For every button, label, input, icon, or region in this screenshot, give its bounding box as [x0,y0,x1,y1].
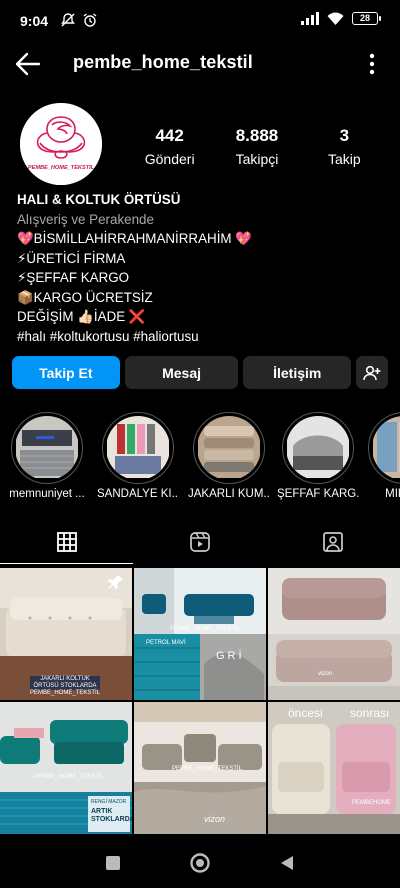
avatar-logo-text: PEMBE_HOME_TEKSTIL [28,165,95,171]
following-label: Takip [327,151,361,167]
profile-bio: HALI & KOLTUK ÖRTÜSÜ Alışveriş ve Perake… [17,190,387,346]
bio-line: 📦KARGO ÜCRETSİZ [17,289,153,305]
wifi-icon [327,12,344,25]
signal-icon [301,12,319,25]
add-user-icon [363,365,381,380]
profile-tabs [0,520,400,564]
bio-hashtags[interactable]: #halı #koltukortusu #haliortusu [17,327,387,347]
highlight-thumbnail [15,416,79,480]
suggested-users-button[interactable] [356,356,388,389]
post-overlay-subtext: ARTIK STOKLARDA [91,808,132,823]
bio-line: 💖BİSMİLLAHİRRAHMANİRRAHİM 💖 [17,231,252,246]
status-left-icons [60,12,98,28]
profile-stats: 442 Gönderi 8.888 Takipçi 3 Takip [126,126,388,167]
post-overlay-after: sonrası [350,706,390,720]
post-overlay-subtext: vizon [204,814,226,824]
highlight-item[interactable]: ŞEFFAF KARG... [277,412,359,500]
recents-square-icon[interactable] [104,854,122,872]
post-overlay-text: JAKARLI KOLTUK ÖRTÜSÜ STOKLARDA PEMBE_HO… [30,676,101,696]
stat-posts[interactable]: 442 Gönderi [126,126,213,167]
more-options-icon[interactable] [368,52,376,76]
highlight-item[interactable]: SANDALYE KI... [97,412,179,500]
post-thumbnail[interactable]: öncesi sonrası PEMBEHOME [268,702,400,834]
bio-line: ⚡ŞEFFAF KARGO [17,270,130,285]
post-image [268,568,400,700]
following-count: 3 [339,126,350,145]
highlight-thumbnail [286,416,350,480]
post-overlay-text: PEMBE_HOME_TEKSTİL [170,626,241,632]
profile-username: pembe_home_tekstil [73,52,253,72]
highlight-label: JAKARLI KUM... [188,488,270,500]
post-overlay-subtext: GRİ [216,650,245,662]
post-overlay-text: vizon [318,671,333,677]
highlight-label: memnuniyet ... [9,488,85,500]
rose-logo-icon: PEMBE_HOME_TEKSTIL [20,103,102,185]
bio-line: ⚡ÜRETİCİ FİRMA [17,250,126,266]
tab-reels[interactable] [133,520,266,564]
profile-avatar[interactable]: PEMBE_HOME_TEKSTIL [20,103,102,185]
highlight-thumbnail [197,416,261,480]
post-image [268,702,400,834]
post-thumbnail[interactable]: JAKARLI KOLTUK ÖRTÜSÜ STOKLARDA PEMBE_HO… [0,568,132,700]
post-overlay-text: PEMBE_HOME_TEKSTİL [172,766,243,772]
pinned-icon [108,575,123,589]
reels-icon [189,532,210,552]
back-triangle-icon[interactable] [278,854,296,872]
highlight-item[interactable]: memnuniyet ... [6,412,88,500]
battery-icon: 28 [352,12,381,25]
post-thumbnail[interactable]: PEMBE_HOME_TEKSTİL vizon [134,702,266,834]
highlight-label: SANDALYE KI... [97,488,179,500]
stat-followers[interactable]: 8.888 Takipçi [213,126,300,167]
highlight-label: MİKRO [385,488,400,500]
post-overlay-subtext: RENGİ MAZOR [91,799,127,805]
tab-tagged[interactable] [266,520,399,564]
stat-following[interactable]: 3 Takip [301,126,388,167]
message-button[interactable]: Mesaj [124,356,239,389]
post-overlay-text: PEMBE_HOME_TEKSTİL [34,774,105,780]
post-thumbnail[interactable]: PEMBE_HOME_TEKSTİL PETROL MAVİ GRİ [134,568,266,700]
tagged-person-icon [322,532,343,552]
post-thumbnail[interactable]: vizon [268,568,400,700]
followers-label: Takipçi [235,151,279,167]
bio-name: HALI & KOLTUK ÖRTÜSÜ [17,192,181,207]
posts-count: 442 [155,126,184,145]
post-image [134,568,266,700]
highlight-thumbnail [372,416,400,480]
android-nav-bar [0,838,400,888]
highlight-item[interactable]: MİKRO [363,412,400,500]
follow-button[interactable]: Takip Et [12,356,120,389]
post-overlay-brand: PEMBEHOME [352,800,392,806]
contact-button[interactable]: İletişim [243,356,352,389]
silent-alarm-icon [61,13,75,27]
back-arrow-icon[interactable] [14,51,42,77]
alarm-clock-icon [83,13,97,27]
bio-category[interactable]: Alışveriş ve Perakende [17,210,387,230]
post-thumbnail[interactable]: PEMBE_HOME_TEKSTİL RENGİ MAZOR ARTIK STO… [0,702,132,834]
posts-grid: JAKARLI KOLTUK ÖRTÜSÜ STOKLARDA PEMBE_HO… [0,568,400,838]
tab-posts-grid[interactable] [0,520,133,564]
status-bar: 9:04 28 [0,0,400,42]
highlight-item[interactable]: JAKARLI KUM... [188,412,270,500]
grid-icon [56,532,77,552]
followers-count: 8.888 [235,126,279,145]
story-highlights: memnuniyet ... SANDALYE KI... JAKARLI KU… [0,412,400,502]
highlight-label: ŞEFFAF KARG... [277,488,359,500]
highlight-thumbnail [106,416,170,480]
posts-label: Gönderi [144,151,195,167]
post-overlay-subtext: PETROL MAVİ [146,640,186,646]
profile-actions: Takip Et Mesaj İletişim [12,356,388,389]
status-time: 9:04 [20,13,49,29]
home-circle-icon[interactable] [189,852,211,874]
status-right: 28 [301,12,381,25]
top-bar: pembe_home_tekstil [0,42,400,86]
post-overlay-before: öncesi [288,706,323,720]
bio-line: DEĞİŞİM 👍🏻İADE ❌ [17,309,146,324]
